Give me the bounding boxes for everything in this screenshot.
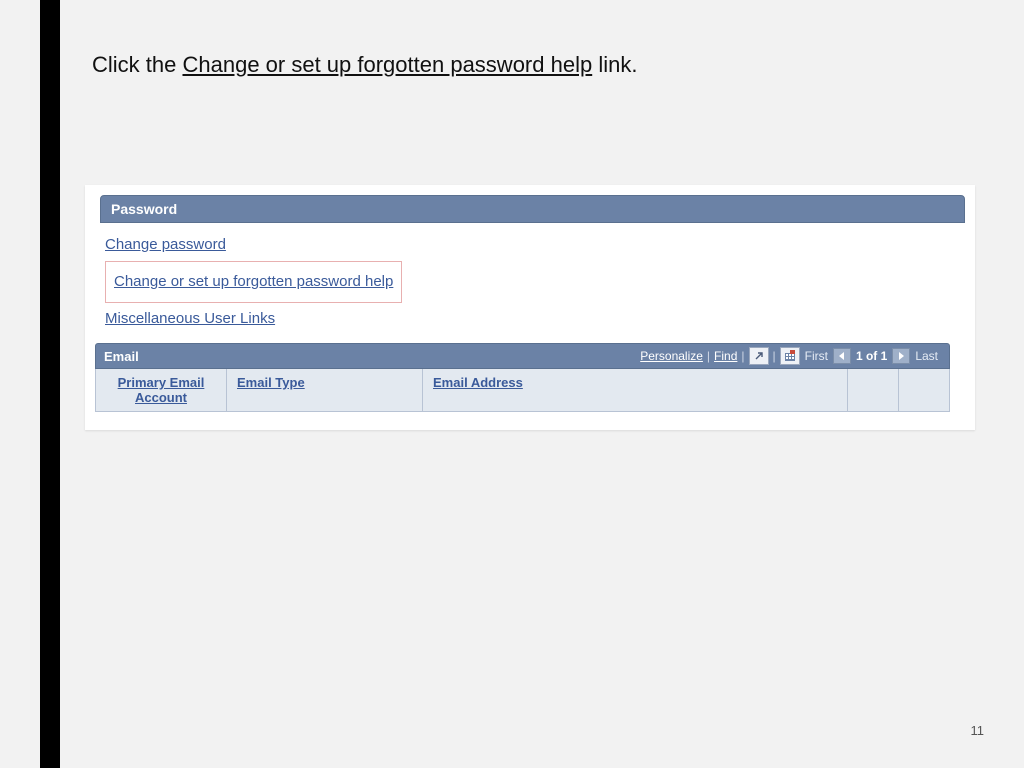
email-section-header: Email Personalize | Find | | First (95, 343, 950, 369)
email-section: Email Personalize | Find | | First (95, 343, 950, 412)
page-number: 11 (971, 723, 985, 738)
first-nav-label[interactable]: First (805, 349, 828, 363)
col-header-primary-link[interactable]: Primary Email Account (118, 375, 205, 405)
col-header-type: Email Type (227, 369, 423, 411)
nav-counter: 1 of 1 (856, 349, 887, 363)
slide-left-bar (40, 0, 60, 768)
password-section-title: Password (111, 201, 177, 217)
misc-user-links-link[interactable]: Miscellaneous User Links (105, 307, 275, 331)
password-section-header: Password (100, 195, 965, 223)
separator: | (741, 349, 744, 363)
instruction-suffix: link. (592, 52, 637, 77)
separator: | (707, 349, 710, 363)
email-column-headers: Primary Email Account Email Type Email A… (95, 369, 950, 412)
col-header-action1 (848, 369, 899, 411)
col-header-type-link[interactable]: Email Type (237, 375, 305, 390)
next-nav-icon[interactable] (892, 348, 910, 364)
prev-nav-icon[interactable] (833, 348, 851, 364)
instruction-link-text: Change or set up forgotten password help (182, 52, 592, 77)
forgotten-password-help-link[interactable]: Change or set up forgotten password help (114, 270, 393, 294)
screenshot-panel: Password Change password Change or set u… (85, 185, 975, 430)
instruction-prefix: Click the (92, 52, 182, 77)
col-header-primary: Primary Email Account (96, 369, 227, 411)
col-header-address-link[interactable]: Email Address (433, 375, 523, 390)
find-link[interactable]: Find (714, 349, 737, 363)
separator: | (773, 349, 776, 363)
change-password-link[interactable]: Change password (105, 233, 226, 257)
instruction-text: Click the Change or set up forgotten pas… (92, 52, 637, 78)
download-icon[interactable] (780, 347, 800, 365)
password-links-list: Change password Change or set up forgott… (85, 223, 975, 343)
col-header-address: Email Address (423, 369, 848, 411)
personalize-link[interactable]: Personalize (640, 349, 703, 363)
highlight-box: Change or set up forgotten password help (105, 261, 402, 303)
email-section-title: Email (104, 349, 139, 364)
last-nav-label[interactable]: Last (915, 349, 938, 363)
zoom-popup-icon[interactable] (749, 347, 769, 365)
col-header-action2 (899, 369, 949, 411)
